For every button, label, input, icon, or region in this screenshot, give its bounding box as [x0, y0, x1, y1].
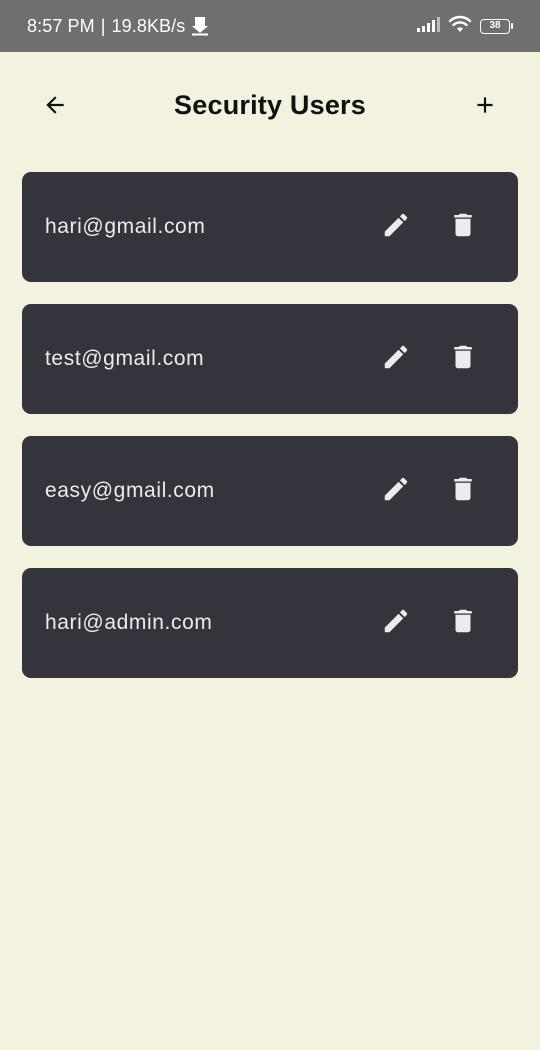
status-separator: | [100, 15, 106, 36]
delete-button[interactable] [443, 471, 483, 511]
user-list: hari@gmail.com test@gmail.com easy@gmail… [22, 172, 518, 700]
trash-icon [448, 606, 478, 641]
user-email: hari@gmail.com [45, 215, 206, 238]
delete-button[interactable] [443, 207, 483, 247]
page-title: Security Users [174, 90, 366, 120]
pencil-icon [381, 342, 411, 377]
status-left: 8:57 PM | 19.8KB/s [27, 16, 209, 37]
user-card: test@gmail.com [22, 304, 518, 414]
status-bar: 8:57 PM | 19.8KB/s 38 [0, 0, 540, 52]
pencil-icon [381, 474, 411, 509]
pencil-icon [381, 606, 411, 641]
user-card: hari@gmail.com [22, 172, 518, 282]
status-time: 8:57 PM [27, 15, 95, 36]
download-icon [191, 16, 209, 36]
add-user-button[interactable] [462, 84, 508, 130]
status-net-speed: 19.8KB/s [111, 15, 186, 36]
trash-icon [448, 210, 478, 245]
user-email: test@gmail.com [45, 347, 205, 370]
edit-button[interactable] [376, 339, 416, 379]
trash-icon [448, 342, 478, 377]
pencil-icon [381, 210, 411, 245]
trash-icon [448, 474, 478, 509]
signal-icon [416, 16, 440, 37]
user-card: easy@gmail.com [22, 436, 518, 546]
plus-icon [472, 92, 498, 123]
delete-button[interactable] [443, 339, 483, 379]
battery-icon: 38 [480, 18, 513, 34]
edit-button[interactable] [376, 207, 416, 247]
app-bar: Security Users [0, 52, 540, 162]
delete-button[interactable] [443, 603, 483, 643]
user-email: easy@gmail.com [45, 479, 215, 502]
edit-button[interactable] [376, 471, 416, 511]
user-card: hari@admin.com [22, 568, 518, 678]
wifi-icon [448, 15, 472, 38]
edit-button[interactable] [376, 603, 416, 643]
user-email: hari@admin.com [45, 611, 213, 634]
battery-level: 38 [489, 20, 501, 31]
status-right: 38 [416, 15, 513, 38]
